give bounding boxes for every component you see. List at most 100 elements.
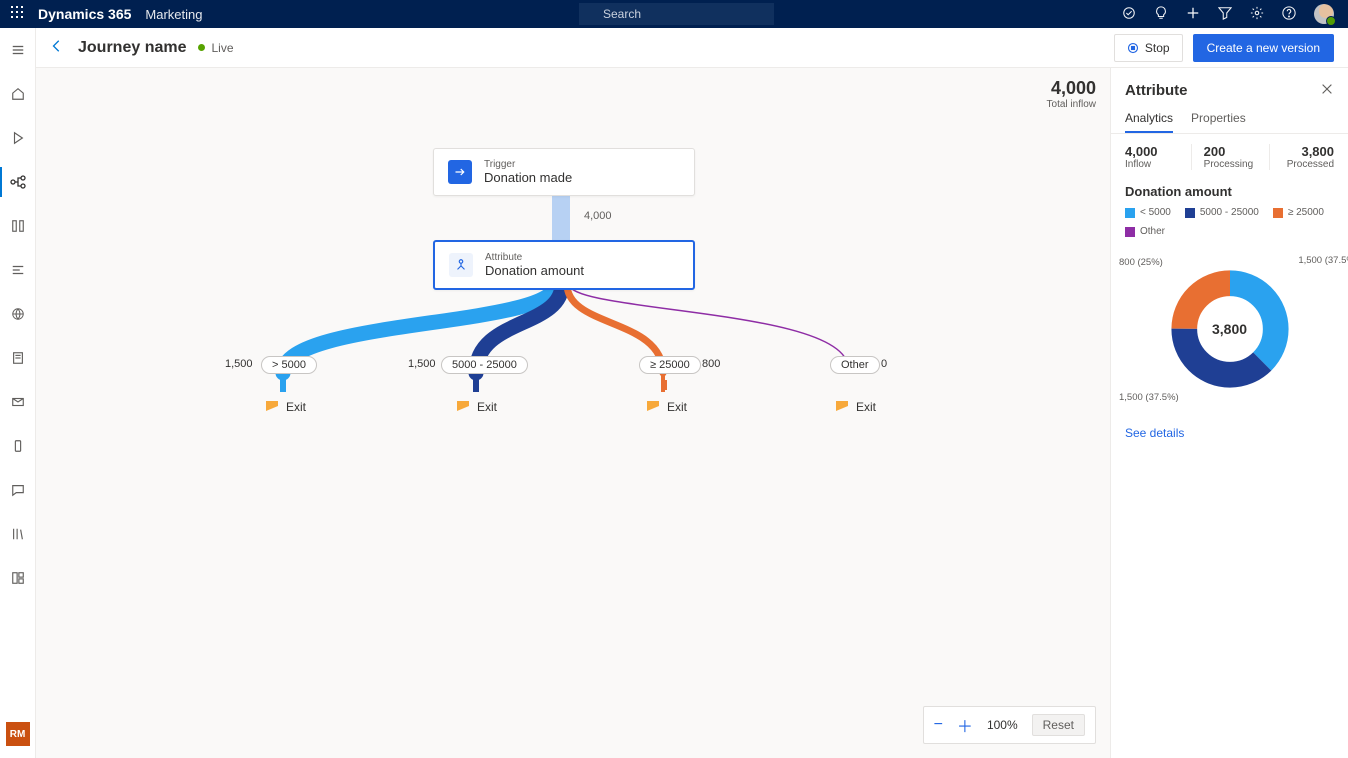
rail-rm-badge[interactable]: RM <box>6 722 30 746</box>
legend-c: ≥ 25000 <box>1288 207 1324 218</box>
exit-3[interactable]: Exit <box>647 400 687 414</box>
exit-flag-icon <box>266 401 278 413</box>
rail-menu-icon[interactable] <box>2 38 34 62</box>
branch-pill-1[interactable]: > 5000 <box>261 356 317 374</box>
donut-chart: 3,800 1,500 (37.5%) 800 (25%) 1,500 (37.… <box>1125 249 1334 409</box>
rail-flow-icon[interactable] <box>2 258 34 282</box>
rail-globe-icon[interactable] <box>2 302 34 326</box>
branch-pill-3[interactable]: ≥ 25000 <box>639 356 701 374</box>
stat-processed-label: Processed <box>1282 159 1334 170</box>
stat-inflow-value: 4,000 <box>1125 144 1177 159</box>
see-details-link[interactable]: See details <box>1125 426 1184 440</box>
product-name: Dynamics 365 <box>38 6 131 22</box>
rail-chat-icon[interactable] <box>2 478 34 502</box>
branch-bar-3 <box>661 380 667 390</box>
status-dot-icon <box>198 44 205 51</box>
zoom-controls: − ＋ 100% Reset <box>923 706 1096 744</box>
plus-icon[interactable] <box>1186 6 1200 23</box>
branch-count-1: 1,500 <box>225 358 253 370</box>
total-inflow-label: Total inflow <box>1047 99 1096 110</box>
rail-mail-icon[interactable] <box>2 390 34 414</box>
zoom-out-button[interactable]: − <box>934 716 943 734</box>
exit-label: Exit <box>286 400 306 414</box>
rail-library-icon[interactable] <box>2 522 34 546</box>
total-inflow-box: 4,000 Total inflow <box>1047 78 1096 110</box>
exit-2[interactable]: Exit <box>457 400 497 414</box>
journey-canvas[interactable]: 4,000 Total inflow Trigger Donation made… <box>36 68 1110 758</box>
stop-button-label: Stop <box>1145 41 1170 55</box>
attribute-type-label: Attribute <box>485 252 584 263</box>
branch-pill-4[interactable]: Other <box>830 356 880 374</box>
attribute-node[interactable]: Attribute Donation amount <box>433 240 695 290</box>
top-bar: Dynamics 365 Marketing <box>0 0 1348 28</box>
zoom-percent: 100% <box>987 718 1018 732</box>
rail-journeys-icon[interactable] <box>2 170 34 194</box>
exit-flag-icon <box>836 401 848 413</box>
zoom-in-button[interactable]: ＋ <box>957 713 973 737</box>
branch-count-2: 1,500 <box>408 358 436 370</box>
rail-templates-icon[interactable] <box>2 566 34 590</box>
exit-flag-icon <box>457 401 469 413</box>
branch-count-4: 0 <box>881 358 887 370</box>
status-text: Live <box>211 41 233 55</box>
assistant-icon[interactable] <box>1122 6 1136 23</box>
filter-icon[interactable] <box>1218 6 1232 23</box>
exit-flag-icon <box>647 401 659 413</box>
stat-processed-value: 3,800 <box>1282 144 1334 159</box>
gear-icon[interactable] <box>1250 6 1264 23</box>
branch-bar-2 <box>473 380 479 390</box>
legend-a: < 5000 <box>1140 207 1171 218</box>
rail-mobile-icon[interactable] <box>2 434 34 458</box>
properties-panel: Attribute Analytics Properties 4,000 Inf… <box>1110 68 1348 758</box>
donut-legend: < 5000 5000 - 25000 ≥ 25000 Other <box>1111 207 1348 243</box>
trigger-icon <box>448 160 472 184</box>
trigger-name: Donation made <box>484 170 572 185</box>
app-name: Marketing <box>145 7 202 22</box>
attribute-name: Donation amount <box>485 263 584 278</box>
zoom-reset-button[interactable]: Reset <box>1032 714 1085 736</box>
exit-label: Exit <box>667 400 687 414</box>
exit-label: Exit <box>856 400 876 414</box>
tab-properties[interactable]: Properties <box>1191 105 1246 133</box>
legend-d: Other <box>1140 226 1165 237</box>
branch-count-3: 800 <box>702 358 720 370</box>
branch-bar-1 <box>280 380 286 390</box>
legend-b: 5000 - 25000 <box>1200 207 1259 218</box>
search-input[interactable] <box>579 3 774 25</box>
stat-inflow-label: Inflow <box>1125 159 1177 170</box>
trigger-node[interactable]: Trigger Donation made <box>433 148 695 196</box>
post-trigger-count: 4,000 <box>584 210 612 222</box>
rail-segments-icon[interactable] <box>2 214 34 238</box>
avatar[interactable] <box>1314 4 1334 24</box>
stop-button[interactable]: Stop <box>1114 34 1183 62</box>
exit-label: Exit <box>477 400 497 414</box>
tab-analytics[interactable]: Analytics <box>1125 105 1173 133</box>
stat-processing-value: 200 <box>1204 144 1256 159</box>
create-version-button[interactable]: Create a new version <box>1193 34 1334 62</box>
exit-4[interactable]: Exit <box>836 400 876 414</box>
top-right-icons <box>1122 4 1340 24</box>
panel-title: Attribute <box>1125 82 1188 99</box>
waffle-icon[interactable] <box>8 6 28 23</box>
stat-processing-label: Processing <box>1204 159 1256 170</box>
trigger-type-label: Trigger <box>484 159 572 170</box>
attribute-icon <box>449 253 473 277</box>
branch-pill-2[interactable]: 5000 - 25000 <box>441 356 528 374</box>
lightbulb-icon[interactable] <box>1154 6 1168 23</box>
donut-label-bl: 1,500 (37.5%) <box>1119 392 1179 403</box>
donut-center-value: 3,800 <box>1212 321 1247 337</box>
total-inflow-value: 4,000 <box>1047 78 1096 99</box>
back-button[interactable] <box>50 39 78 56</box>
rail-home-icon[interactable] <box>2 82 34 106</box>
exit-1[interactable]: Exit <box>266 400 306 414</box>
page-header: Journey name Live Stop Create a new vers… <box>36 28 1348 68</box>
section-title: Donation amount <box>1111 180 1348 207</box>
rail-form-icon[interactable] <box>2 346 34 370</box>
help-icon[interactable] <box>1282 6 1296 23</box>
page-title: Journey name <box>78 39 186 57</box>
donut-label-tr: 1,500 (37.5%) <box>1298 255 1348 266</box>
close-panel-button[interactable] <box>1320 82 1334 99</box>
donut-label-tl: 800 (25%) <box>1119 257 1163 268</box>
rail-play-icon[interactable] <box>2 126 34 150</box>
left-rail: RM <box>0 28 36 758</box>
